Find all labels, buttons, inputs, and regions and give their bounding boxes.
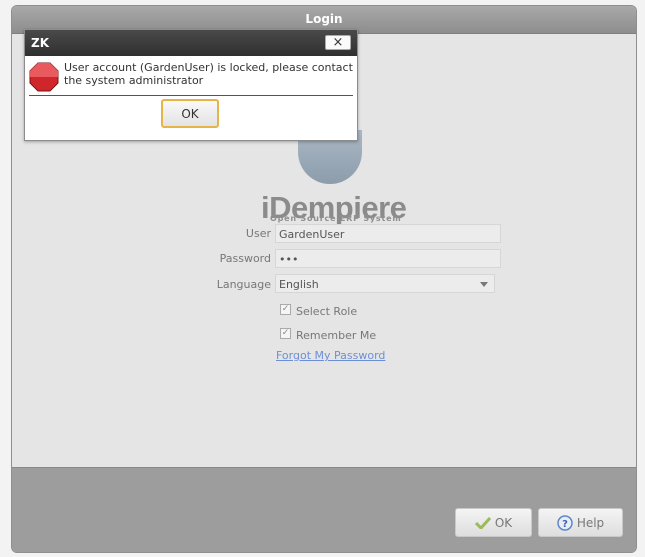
dialog-divider [29,95,353,96]
language-selected: English [279,278,319,291]
error-dialog: ZK × User account (GardenUser) is locked… [24,29,358,141]
remember-me-label: Remember Me [296,329,377,342]
help-button[interactable]: ? Help [538,508,623,537]
help-button-label: Help [576,515,605,530]
svg-text:?: ? [562,519,568,530]
footer-bar: OK ? Help [12,467,636,552]
password-input[interactable]: ••• [275,249,501,268]
user-input[interactable]: GardenUser [275,224,501,243]
ok-button[interactable]: OK [455,508,532,537]
user-label: User [245,227,271,240]
select-role-label: Select Role [296,305,358,318]
forgot-password-link[interactable]: Forgot My Password [276,349,385,362]
logo-tagline: Open Source ERP System [270,214,402,223]
dialog-ok-button[interactable]: OK [161,99,219,128]
select-role-checkbox[interactable]: ✓ [280,304,291,315]
help-icon: ? [557,514,573,531]
remember-me-checkbox[interactable]: ✓ [280,328,291,339]
language-select[interactable]: English [275,274,495,293]
chevron-down-icon[interactable] [480,282,488,287]
password-label: Password [219,252,271,265]
ok-button-label: OK [494,515,513,530]
stop-icon [29,62,59,92]
language-label: Language [216,278,271,291]
close-icon[interactable]: × [325,35,351,50]
dialog-message: User account (GardenUser) is locked, ple… [64,61,353,87]
checkmark-icon [474,516,491,529]
dialog-title: ZK [25,30,357,56]
